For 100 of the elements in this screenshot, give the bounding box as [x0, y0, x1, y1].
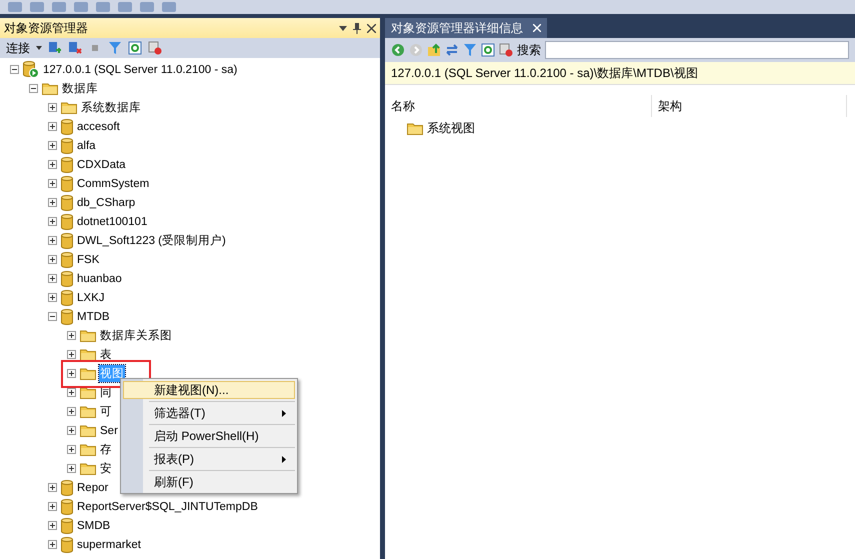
tree-item[interactable]: LXKJ [76, 290, 106, 304]
menu-item[interactable]: 筛选器(T) [123, 404, 295, 422]
submenu-arrow-icon [282, 456, 286, 462]
expand-icon[interactable] [48, 293, 57, 302]
menu-item[interactable]: 新建视图(N)... [123, 381, 295, 399]
folder-icon [80, 329, 96, 342]
menu-item[interactable]: 启动 PowerShell(H) [123, 427, 295, 445]
menu-item[interactable]: 刷新(F) [123, 473, 295, 491]
database-icon [61, 138, 73, 154]
tree-item[interactable]: 可 [99, 403, 113, 420]
expand-icon[interactable] [67, 331, 76, 340]
menu-item[interactable]: 报表(P) [123, 450, 295, 468]
dropdown-icon[interactable] [339, 26, 347, 30]
tree-item[interactable]: alfa [76, 138, 97, 152]
tree-item[interactable]: huanbao [76, 272, 123, 286]
expand-icon[interactable] [67, 464, 76, 473]
expand-icon[interactable] [67, 407, 76, 416]
expand-icon[interactable] [48, 274, 57, 283]
folder-icon [61, 101, 77, 114]
back-icon[interactable] [391, 43, 405, 57]
expand-icon[interactable] [48, 255, 57, 264]
tree-item[interactable]: FSK [76, 252, 100, 266]
collapse-icon[interactable] [29, 84, 38, 93]
tree-item[interactable]: Ser [99, 424, 119, 438]
database-icon [61, 290, 73, 306]
document-tab[interactable]: 对象资源管理器详细信息 [385, 18, 547, 38]
folder-icon [80, 443, 96, 456]
expand-icon[interactable] [67, 426, 76, 435]
database-icon [61, 252, 73, 268]
expand-icon[interactable] [48, 122, 57, 131]
close-icon[interactable] [367, 24, 376, 32]
tree-item[interactable]: 安 [99, 460, 113, 477]
expand-icon[interactable] [48, 502, 57, 511]
database-icon [61, 270, 73, 286]
tree-item[interactable]: CommSystem [76, 176, 150, 190]
expand-icon[interactable] [48, 217, 57, 226]
list-item[interactable]: 系统视图 [427, 120, 475, 137]
search-field[interactable] [545, 41, 849, 59]
sync-icon[interactable] [445, 43, 459, 57]
database-icon [61, 214, 73, 230]
database-icon [61, 232, 73, 248]
tree-item[interactable]: MTDB [76, 310, 111, 324]
tree-item[interactable]: 数据库关系图 [99, 327, 173, 344]
tree-item[interactable]: DWL_Soft1223 (受限制用户) [76, 232, 227, 249]
folder-icon [80, 367, 96, 380]
connect-button[interactable]: 连接 [6, 40, 30, 56]
tree-item[interactable]: accesoft [76, 120, 121, 134]
collapse-icon[interactable] [10, 65, 19, 74]
column-header[interactable]: 名称 [385, 95, 652, 117]
database-icon [61, 118, 73, 134]
tree-item[interactable]: CDXData [76, 158, 127, 172]
tree-item[interactable]: SMDB [76, 518, 112, 532]
tree-item[interactable]: 127.0.0.1 (SQL Server 11.0.2100 - sa) [42, 62, 238, 76]
expand-icon[interactable] [48, 521, 57, 530]
folder-icon [80, 405, 96, 418]
database-icon [61, 156, 73, 172]
refresh-icon[interactable] [481, 43, 495, 57]
database-icon [61, 518, 73, 534]
expand-icon[interactable] [67, 445, 76, 454]
tree-item[interactable]: dotnet100101 [76, 214, 148, 228]
tree-item[interactable]: supermarket [76, 538, 142, 552]
folder-icon [80, 348, 96, 361]
database-icon [61, 194, 73, 210]
breadcrumb-path: 127.0.0.1 (SQL Server 11.0.2100 - sa)\数据库\MTDB\视图 [385, 62, 855, 85]
column-header[interactable]: 架构 [652, 95, 847, 117]
folder-icon [42, 82, 58, 95]
disconnect-icon[interactable] [68, 41, 82, 55]
expand-icon[interactable] [48, 198, 57, 207]
database-icon [61, 536, 73, 552]
tree-item[interactable]: 数据库 [61, 80, 99, 97]
search-label: 搜索 [517, 42, 541, 58]
refresh-icon[interactable] [128, 41, 142, 55]
expand-icon[interactable] [48, 141, 57, 150]
submenu-arrow-icon [282, 410, 286, 416]
expand-icon[interactable] [67, 388, 76, 397]
pin-icon[interactable] [353, 22, 361, 34]
folder-icon [80, 462, 96, 475]
tree-item[interactable]: ReportServer$SQL_JINTUTempDB [76, 500, 259, 514]
tree-item[interactable]: Repor [76, 480, 110, 494]
caret-icon[interactable] [36, 46, 42, 50]
connect-icon[interactable] [48, 41, 62, 55]
database-icon [61, 480, 73, 496]
expand-icon[interactable] [48, 103, 57, 112]
expand-icon[interactable] [48, 483, 57, 492]
folder-icon [80, 424, 96, 437]
collapse-icon[interactable] [48, 312, 57, 321]
expand-icon[interactable] [48, 236, 57, 245]
panel-title: 对象资源管理器 [4, 20, 89, 36]
tree-item[interactable]: 存 [99, 441, 113, 458]
tree-item[interactable]: db_CSharp [76, 196, 136, 210]
database-icon [61, 308, 73, 324]
folder-icon [80, 386, 96, 399]
expand-icon[interactable] [67, 369, 76, 378]
expand-icon[interactable] [48, 540, 57, 549]
expand-icon[interactable] [48, 160, 57, 169]
expand-icon[interactable] [67, 350, 76, 359]
expand-icon[interactable] [48, 179, 57, 188]
server-icon [23, 61, 39, 78]
tree-item[interactable]: 系统数据库 [80, 99, 142, 116]
tree-item[interactable]: 表 [99, 346, 113, 363]
